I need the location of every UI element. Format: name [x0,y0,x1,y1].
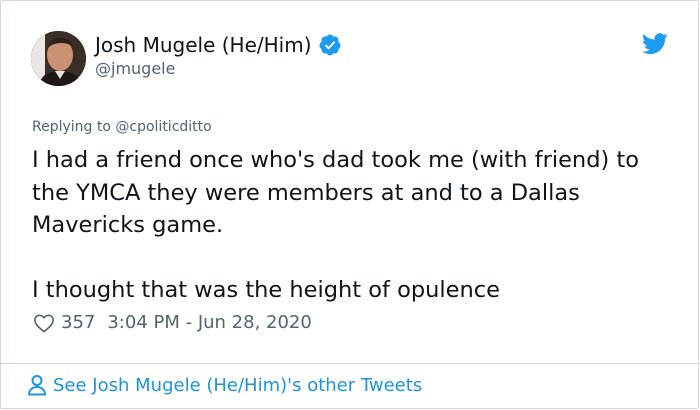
author-name[interactable]: Josh Mugele (He/Him) [95,32,312,58]
tweet-header: Josh Mugele (He/Him) @jmugele [1,1,698,101]
person-outline-icon [28,375,46,396]
author-handle[interactable]: @jmugele [95,59,175,78]
verified-badge-icon [319,34,341,56]
like-count[interactable]: 357 [61,312,95,333]
tweet-paragraph-2: I thought that was the height of opulenc… [32,276,500,303]
heart-outline-icon[interactable] [33,313,55,333]
author-name-row: Josh Mugele (He/Him) [95,32,342,58]
tweet-card: Josh Mugele (He/Him) @jmugele Replying t… [0,0,699,409]
reply-mention-link[interactable]: @cpoliticditto [115,119,211,135]
tweet-meta: 357 3:04 PM - Jun 28, 2020 [33,312,312,333]
replying-to: Replying to @cpoliticditto [32,119,212,135]
avatar-photo [31,31,86,86]
tweet-paragraph-1: I had a friend once who's dad took me (w… [32,147,639,238]
tweet-timestamp[interactable]: 3:04 PM - Jun 28, 2020 [107,312,311,333]
replying-to-label: Replying to [32,119,116,135]
footer-divider [1,363,698,364]
avatar[interactable] [31,31,86,86]
other-tweets-link[interactable]: See Josh Mugele (He/Him)'s other Tweets [27,374,422,396]
twitter-bird-icon[interactable] [642,33,668,55]
tweet-text: I had a friend once who's dad took me (w… [32,144,672,306]
other-tweets-label[interactable]: See Josh Mugele (He/Him)'s other Tweets [53,375,422,396]
